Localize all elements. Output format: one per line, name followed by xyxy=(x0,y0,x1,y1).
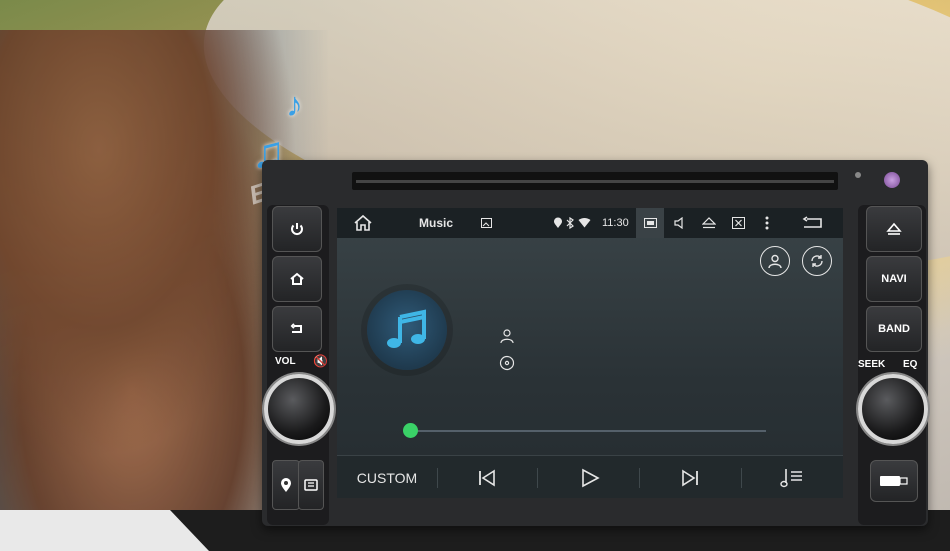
back-button[interactable] xyxy=(272,306,322,352)
power-icon xyxy=(291,223,303,235)
playback-controls: CUSTOM xyxy=(337,455,843,498)
status-bar: Music 11:30 xyxy=(337,208,843,238)
play-icon xyxy=(582,468,600,487)
music-note-icon xyxy=(387,309,426,348)
progress-thumb[interactable] xyxy=(403,423,418,438)
sd-card-icon xyxy=(304,479,318,491)
bluetooth-icon xyxy=(566,208,574,238)
progress-track[interactable] xyxy=(410,430,766,432)
eject-button[interactable] xyxy=(866,206,922,252)
user-button[interactable] xyxy=(760,246,790,276)
divider xyxy=(437,468,438,488)
divider xyxy=(537,468,538,488)
repeat-button[interactable] xyxy=(802,246,832,276)
music-note-decoration-icon: ♪ xyxy=(286,86,303,124)
gps-button[interactable] xyxy=(272,460,300,510)
divider xyxy=(741,468,742,488)
eject-screen-button[interactable] xyxy=(702,208,716,238)
previous-button[interactable] xyxy=(457,456,517,498)
back-icon xyxy=(290,323,302,333)
playlist-button[interactable] xyxy=(762,456,822,498)
ir-sensor xyxy=(855,172,861,178)
touch-screen: Music 11:30 CUSTOM xyxy=(337,208,843,498)
home-shortcut[interactable] xyxy=(353,208,373,238)
sd-card-slot[interactable] xyxy=(298,460,324,510)
close-app-button[interactable] xyxy=(732,208,745,238)
wifi-icon xyxy=(578,208,591,238)
eject-icon xyxy=(886,222,902,235)
seek-label: SEEK xyxy=(858,359,886,370)
seek-knob[interactable] xyxy=(858,374,928,444)
next-icon xyxy=(682,469,698,486)
playlist-icon xyxy=(780,468,802,487)
previous-icon xyxy=(479,469,495,486)
home-button[interactable] xyxy=(272,256,322,302)
album-art xyxy=(367,290,447,370)
more-icon xyxy=(765,216,769,230)
disc-slot-line xyxy=(356,180,834,183)
home-icon xyxy=(354,214,372,231)
next-button[interactable] xyxy=(660,456,720,498)
screen-icon xyxy=(643,218,657,228)
volume-icon xyxy=(674,217,683,229)
custom-eq-button[interactable]: CUSTOM xyxy=(347,456,427,498)
power-button[interactable] xyxy=(272,206,322,252)
back-icon xyxy=(802,216,822,228)
volume-knob[interactable] xyxy=(264,374,334,444)
album-icon xyxy=(499,355,515,376)
more-button[interactable] xyxy=(765,208,769,238)
app-title: Music xyxy=(419,216,454,230)
screen-mode-button[interactable] xyxy=(636,208,664,238)
usb-icon xyxy=(880,476,908,486)
play-button[interactable] xyxy=(560,456,620,498)
repeat-icon xyxy=(811,255,823,267)
navi-button[interactable]: NAVI xyxy=(866,256,922,302)
mute-icon[interactable]: 🔇 xyxy=(313,354,328,368)
location-icon xyxy=(553,208,563,238)
vol-label: VOL xyxy=(275,356,296,367)
reset-button[interactable] xyxy=(884,172,900,188)
volume-button[interactable] xyxy=(674,208,686,238)
artist-icon xyxy=(499,328,515,349)
gps-icon xyxy=(281,478,291,492)
usb-port[interactable] xyxy=(870,460,918,502)
band-button[interactable]: BAND xyxy=(866,306,922,352)
user-icon xyxy=(768,254,782,269)
clock: 11:30 xyxy=(602,217,629,229)
eq-label: EQ xyxy=(903,359,918,370)
home-icon xyxy=(290,272,304,285)
image-icon xyxy=(481,208,492,238)
divider xyxy=(639,468,640,488)
eject-icon xyxy=(702,217,716,229)
close-box-icon xyxy=(732,217,745,229)
back-screen-button[interactable] xyxy=(801,208,823,238)
